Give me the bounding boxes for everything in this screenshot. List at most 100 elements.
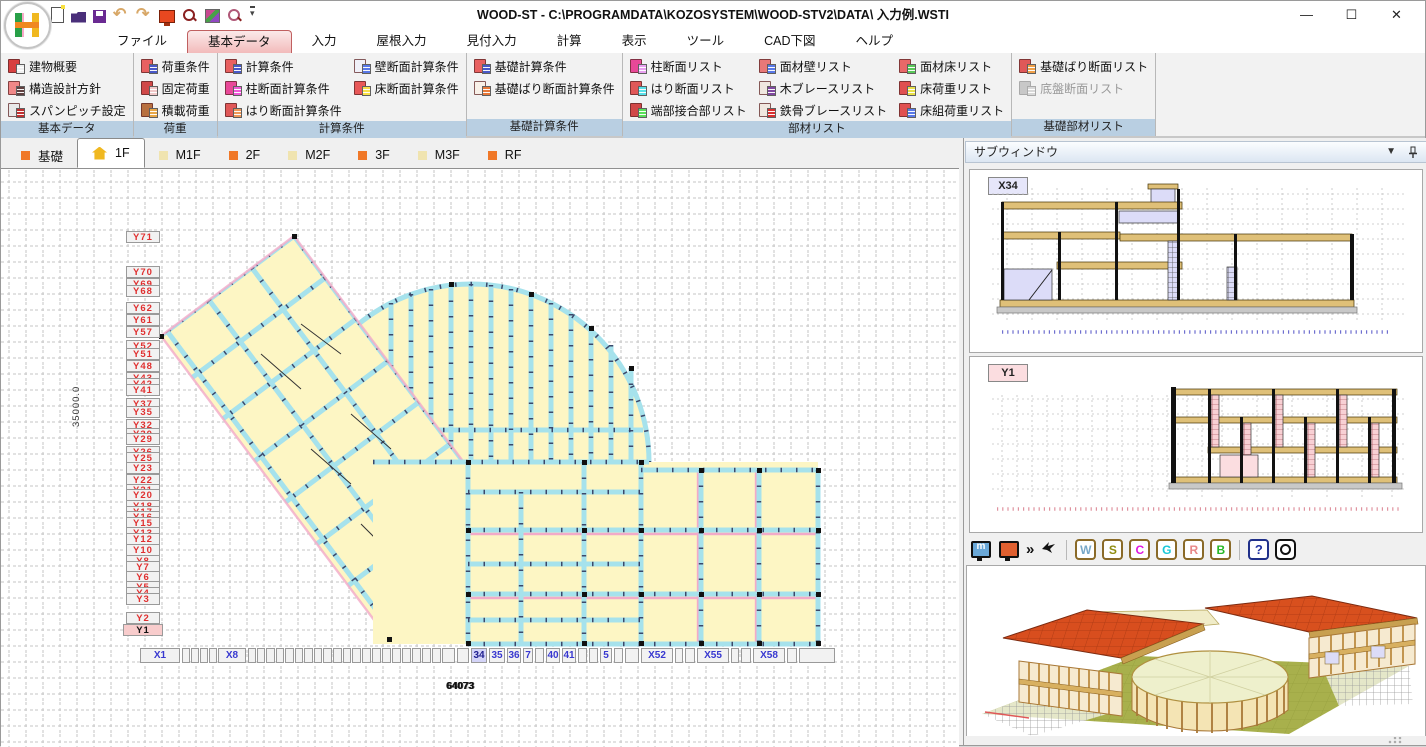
x-axis-label-blank[interactable] [442, 648, 455, 663]
layer-button-W[interactable]: W [1075, 539, 1096, 560]
x-axis-label-blank[interactable] [614, 648, 623, 663]
x-axis-label-blank[interactable] [200, 648, 208, 663]
x-axis-label-blank[interactable] [285, 648, 294, 663]
monitor-view-button[interactable] [998, 539, 1020, 561]
x-axis-label-blank[interactable] [675, 648, 683, 663]
x-axis-label-blank[interactable] [248, 648, 256, 663]
floor-tab-RF[interactable]: RF [474, 142, 536, 168]
y-axis-label-Y35[interactable]: Y35 [126, 406, 160, 418]
x-axis-label-blank[interactable] [432, 648, 441, 663]
menu-item-5[interactable]: 計算 [537, 30, 602, 53]
open-file-icon[interactable] [71, 12, 86, 23]
x-axis-label-blank[interactable] [209, 648, 217, 663]
maximize-button[interactable]: ☐ [1329, 1, 1374, 29]
floor-tab-1F[interactable]: 1F [77, 138, 145, 168]
x-axis-label-blank[interactable] [382, 648, 391, 663]
x-axis-label-35[interactable]: 35 [489, 648, 505, 663]
x-axis-label-blank[interactable] [362, 648, 371, 663]
layer-button-S[interactable]: S [1102, 539, 1123, 560]
ribbon-button[interactable]: 床組荷重リスト [896, 99, 1007, 121]
x-axis-label-X52[interactable]: X52 [641, 648, 673, 663]
ribbon-button[interactable]: 面材床リスト [896, 55, 1007, 77]
resize-grip[interactable] [1388, 737, 1402, 744]
save-icon[interactable] [93, 10, 106, 23]
ribbon-button[interactable]: 積載荷重 [138, 99, 213, 121]
menu-item-2[interactable]: 入力 [292, 30, 357, 53]
y-axis-label-Y57[interactable]: Y57 [126, 326, 160, 338]
pin-icon[interactable] [1408, 146, 1418, 159]
x-axis-label-X58[interactable]: X58 [753, 648, 785, 663]
y-axis-label-Y48[interactable]: Y48 [126, 360, 160, 372]
toolbar-options-icon[interactable] [250, 7, 260, 23]
ribbon-button[interactable]: 面材壁リスト [756, 55, 890, 77]
x-axis-label-blank[interactable] [352, 648, 361, 663]
undo-icon[interactable] [113, 7, 129, 23]
x-axis-label-blank[interactable] [295, 648, 303, 663]
x-axis-label-blank[interactable] [323, 648, 332, 663]
x-axis-label-blank[interactable] [457, 648, 469, 663]
collapse-icon[interactable]: ▼ [1386, 142, 1396, 162]
ribbon-button[interactable]: 基礎ばり断面計算条件 [471, 77, 618, 99]
ribbon-button[interactable]: 柱断面計算条件 [222, 77, 345, 99]
y-axis-label-Y71[interactable]: Y71 [126, 231, 160, 243]
x-axis-label-7[interactable]: 7 [523, 648, 533, 663]
menu-item-3[interactable]: 屋根入力 [357, 30, 447, 53]
ribbon-button[interactable]: 端部接合部リスト [627, 99, 750, 121]
display-icon[interactable] [159, 10, 175, 23]
x-axis-label-40[interactable]: 40 [546, 648, 560, 663]
x-axis-label-blank[interactable] [182, 648, 190, 663]
ribbon-button[interactable]: 構造設計方針 [5, 77, 129, 99]
x-axis-label-blank[interactable] [741, 648, 751, 663]
y-axis-label-Y29[interactable]: Y29 [126, 433, 160, 445]
x-axis-label-blank[interactable] [589, 648, 598, 663]
floor-tab-M1F[interactable]: M1F [145, 142, 215, 168]
x-axis-label-X8[interactable]: X8 [218, 648, 246, 663]
ribbon-button[interactable]: 床断面計算条件 [351, 77, 462, 99]
ribbon-button[interactable]: 壁断面計算条件 [351, 55, 462, 77]
palette-icon[interactable] [205, 9, 220, 23]
x-axis-label-blank[interactable] [392, 648, 401, 663]
bird-icon[interactable] [1040, 539, 1058, 560]
redo-icon[interactable] [136, 7, 152, 23]
x-axis-label-blank[interactable] [276, 648, 284, 663]
x-axis-label-X1[interactable]: X1 [140, 648, 180, 663]
x-axis-label-blank[interactable] [731, 648, 739, 663]
menu-item-7[interactable]: ツール [667, 30, 745, 53]
ribbon-button[interactable]: 計算条件 [222, 55, 345, 77]
minimize-button[interactable]: — [1284, 1, 1329, 29]
ribbon-button[interactable]: はり断面計算条件 [222, 99, 345, 121]
y-axis-label-Y70[interactable]: Y70 [126, 266, 160, 278]
ribbon-button[interactable]: 基礎計算条件 [471, 55, 618, 77]
zoom-select-icon[interactable] [227, 8, 243, 24]
layer-button-B[interactable]: B [1210, 539, 1231, 560]
new-file-icon[interactable] [51, 7, 64, 23]
elevation-view-x34[interactable]: X34 [969, 169, 1423, 353]
close-button[interactable]: ✕ [1374, 1, 1419, 29]
menu-item-1[interactable]: 基本データ [187, 30, 292, 54]
y-axis-label-Y41[interactable]: Y41 [126, 384, 160, 396]
y-axis-label-Y2[interactable]: Y2 [126, 612, 160, 624]
x-axis-label-blank[interactable] [343, 648, 351, 663]
y-axis-label-Y51[interactable]: Y51 [126, 348, 160, 360]
ribbon-button[interactable]: 基礎ばり断面リスト [1016, 55, 1151, 77]
zoom-icon[interactable] [182, 8, 198, 24]
ribbon-button[interactable]: 固定荷重 [138, 77, 213, 99]
x-axis-label-blank[interactable] [412, 648, 421, 663]
layer-button-R[interactable]: R [1183, 539, 1204, 560]
x-axis-label-blank[interactable] [372, 648, 381, 663]
x-axis-label-blank[interactable] [333, 648, 342, 663]
x-axis-label-blank[interactable] [578, 648, 587, 663]
x-axis-label-blank[interactable] [257, 648, 265, 663]
x-axis-label-blank[interactable] [402, 648, 411, 663]
expand-chevron-icon[interactable]: » [1026, 541, 1034, 558]
ribbon-button[interactable]: 床荷重リスト [896, 77, 1007, 99]
view-3d[interactable] [966, 565, 1426, 737]
floor-tab-3F[interactable]: 3F [344, 142, 404, 168]
elevation-view-y1[interactable]: Y1 [969, 356, 1423, 533]
y-axis-label-Y3[interactable]: Y3 [126, 593, 160, 605]
x-axis-label-5[interactable]: 5 [600, 648, 612, 663]
menu-item-9[interactable]: ヘルプ [836, 30, 914, 53]
monitor-plan-button[interactable]: m [970, 539, 992, 561]
layer-button-C[interactable]: C [1129, 539, 1150, 560]
x-axis-label-blank[interactable] [625, 648, 639, 663]
